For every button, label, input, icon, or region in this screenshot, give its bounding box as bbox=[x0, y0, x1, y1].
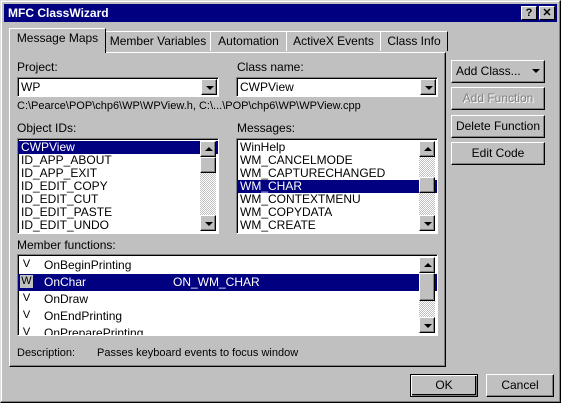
windows-message-marker: W bbox=[20, 275, 33, 288]
chevron-down-icon bbox=[532, 67, 541, 75]
class-name-label: Class name: bbox=[237, 60, 304, 74]
list-item[interactable]: V OnDraw bbox=[18, 291, 437, 308]
scroll-up-icon[interactable] bbox=[419, 141, 435, 157]
add-function-button[interactable]: Add Function bbox=[451, 87, 545, 110]
cancel-button[interactable]: Cancel bbox=[486, 374, 554, 397]
member-functions-label: Member functions: bbox=[17, 238, 116, 252]
scroll-down-icon[interactable] bbox=[419, 317, 435, 333]
messages-label: Messages: bbox=[237, 121, 296, 135]
function-name: OnChar bbox=[44, 275, 87, 289]
function-name: OnPreparePrinting bbox=[44, 326, 144, 336]
list-item[interactable]: ID_EDIT_UNDO bbox=[18, 219, 218, 232]
help-icon[interactable]: ? bbox=[521, 6, 537, 20]
scroll-thumb[interactable] bbox=[419, 177, 435, 193]
delete-function-button[interactable]: Delete Function bbox=[451, 115, 545, 138]
virtual-marker: V bbox=[22, 292, 31, 304]
list-item[interactable]: W OnChar ON_WM_CHAR bbox=[18, 274, 437, 291]
chevron-down-icon[interactable] bbox=[420, 79, 436, 95]
object-ids-label: Object IDs: bbox=[17, 121, 77, 135]
function-handler: ON_WM_CHAR bbox=[173, 275, 260, 289]
virtual-marker: V bbox=[22, 258, 31, 270]
tab-label: Class Info bbox=[387, 34, 441, 48]
member-functions-list[interactable]: V OnBeginPrinting W OnChar ON_WM_CHAR V … bbox=[17, 254, 438, 336]
list-item[interactable]: WM_CREATE bbox=[237, 219, 437, 232]
member-functions-scrollbar[interactable] bbox=[419, 257, 435, 333]
tab-label: Message Maps bbox=[16, 31, 99, 45]
window-title: MFC ClassWizard bbox=[8, 6, 109, 20]
chevron-down-icon[interactable] bbox=[201, 79, 217, 95]
scroll-up-icon[interactable] bbox=[419, 257, 435, 273]
add-class-button[interactable]: Add Class... bbox=[451, 60, 545, 83]
project-value: WP bbox=[21, 80, 41, 94]
virtual-marker: V bbox=[22, 309, 31, 321]
tab-message-maps[interactable]: Message Maps bbox=[9, 28, 106, 53]
scroll-thumb[interactable] bbox=[200, 157, 216, 173]
scroll-up-icon[interactable] bbox=[200, 141, 216, 157]
class-name-value: CWPView bbox=[240, 80, 294, 94]
tab-label: Member Variables bbox=[109, 34, 207, 48]
add-class-label: Add Class... bbox=[455, 64, 521, 78]
description-label: Description: bbox=[17, 347, 76, 359]
tab-label: Automation bbox=[218, 34, 279, 48]
function-name: OnBeginPrinting bbox=[44, 258, 132, 272]
list-item[interactable]: V OnPreparePrinting bbox=[18, 325, 437, 336]
tab-class-info[interactable]: Class Info bbox=[380, 31, 448, 51]
tab-member-variables[interactable]: Member Variables bbox=[105, 31, 211, 51]
class-name-combo[interactable]: CWPView bbox=[236, 77, 438, 97]
list-item[interactable]: V OnBeginPrinting bbox=[18, 257, 437, 274]
list-item[interactable]: V OnEndPrinting bbox=[18, 308, 437, 325]
description-text: Passes keyboard events to focus window bbox=[97, 347, 299, 359]
edit-code-button[interactable]: Edit Code bbox=[451, 142, 545, 165]
scroll-down-icon[interactable] bbox=[419, 215, 435, 231]
project-label: Project: bbox=[17, 60, 58, 74]
messages-scrollbar[interactable] bbox=[419, 141, 435, 231]
title-bar[interactable]: MFC ClassWizard ? ✕ bbox=[4, 4, 557, 22]
object-ids-scrollbar[interactable] bbox=[200, 141, 216, 231]
function-name: OnEndPrinting bbox=[44, 309, 123, 323]
tab-label: ActiveX Events bbox=[293, 34, 374, 48]
scroll-thumb[interactable] bbox=[419, 273, 435, 301]
file-path: C:\Pearce\POP\chp6\WP\WPView.h, C:\...\P… bbox=[17, 100, 361, 112]
object-ids-list[interactable]: CWPView ID_APP_ABOUT ID_APP_EXIT ID_EDIT… bbox=[17, 138, 219, 234]
virtual-marker: V bbox=[22, 326, 31, 336]
messages-list[interactable]: WinHelp WM_CANCELMODE WM_CAPTURECHANGED … bbox=[236, 138, 438, 234]
ok-button[interactable]: OK bbox=[410, 374, 478, 397]
tab-activex-events[interactable]: ActiveX Events bbox=[286, 31, 381, 51]
close-icon[interactable]: ✕ bbox=[539, 6, 555, 20]
project-combo[interactable]: WP bbox=[17, 77, 219, 97]
function-name: OnDraw bbox=[44, 292, 89, 306]
scroll-down-icon[interactable] bbox=[200, 215, 216, 231]
tab-automation[interactable]: Automation bbox=[210, 31, 287, 51]
classwizard-window: MFC ClassWizard ? ✕ Message Maps Member … bbox=[0, 0, 561, 403]
